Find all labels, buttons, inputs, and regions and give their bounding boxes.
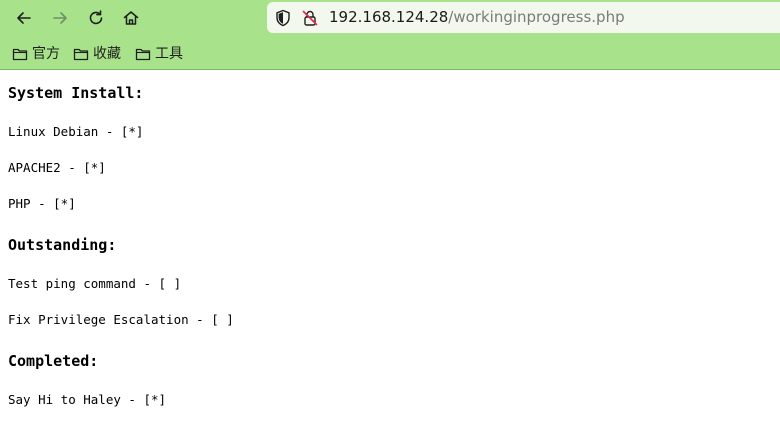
back-button[interactable] [11, 5, 37, 31]
section-heading-system-install: System Install: [8, 84, 144, 102]
folder-icon [73, 48, 89, 61]
bookmark-folder-tools[interactable]: 工具 [135, 43, 183, 65]
section-heading-completed: Completed: [8, 352, 99, 370]
arrow-right-icon [53, 12, 67, 24]
list-item: Linux Debian - [*] [8, 124, 144, 139]
list-item: Fix Privilege Escalation - [ ] [8, 312, 234, 327]
browser-chrome: 192.168.124.28/workinginprogress.php 官方 … [0, 0, 780, 70]
reload-icon [89, 10, 103, 25]
url-host: 192.168.124.28 [329, 8, 449, 26]
bookmarks-toolbar: 官方 收藏 工具 [0, 40, 780, 66]
url-path: /workinginprogress.php [448, 8, 625, 26]
section-heading-outstanding: Outstanding: [8, 236, 117, 254]
tracking-protection-shield-icon[interactable] [274, 9, 292, 27]
bookmark-label: 工具 [155, 46, 183, 62]
folder-icon [12, 48, 28, 61]
list-item: APACHE2 - [*] [8, 160, 106, 175]
folder-icon [135, 48, 151, 61]
bookmark-folder-official[interactable]: 官方 [12, 43, 60, 65]
arrow-left-icon [17, 12, 31, 24]
bookmark-folder-favorites[interactable]: 收藏 [73, 43, 121, 65]
browser-toolbar: 192.168.124.28/workinginprogress.php [0, 0, 780, 36]
bookmark-label: 收藏 [93, 46, 121, 62]
address-bar[interactable]: 192.168.124.28/workinginprogress.php [267, 2, 780, 33]
list-item: PHP - [*] [8, 196, 76, 211]
home-icon [123, 11, 139, 25]
home-button[interactable] [118, 5, 144, 31]
list-item: Test ping command - [ ] [8, 276, 182, 291]
forward-button[interactable] [47, 5, 73, 31]
list-item: Say Hi to Haley - [*] [8, 392, 167, 407]
bookmark-label: 官方 [32, 46, 60, 62]
insecure-lock-icon[interactable] [301, 9, 319, 27]
reload-button[interactable] [83, 5, 109, 31]
url-text[interactable]: 192.168.124.28/workinginprogress.php [329, 8, 625, 27]
